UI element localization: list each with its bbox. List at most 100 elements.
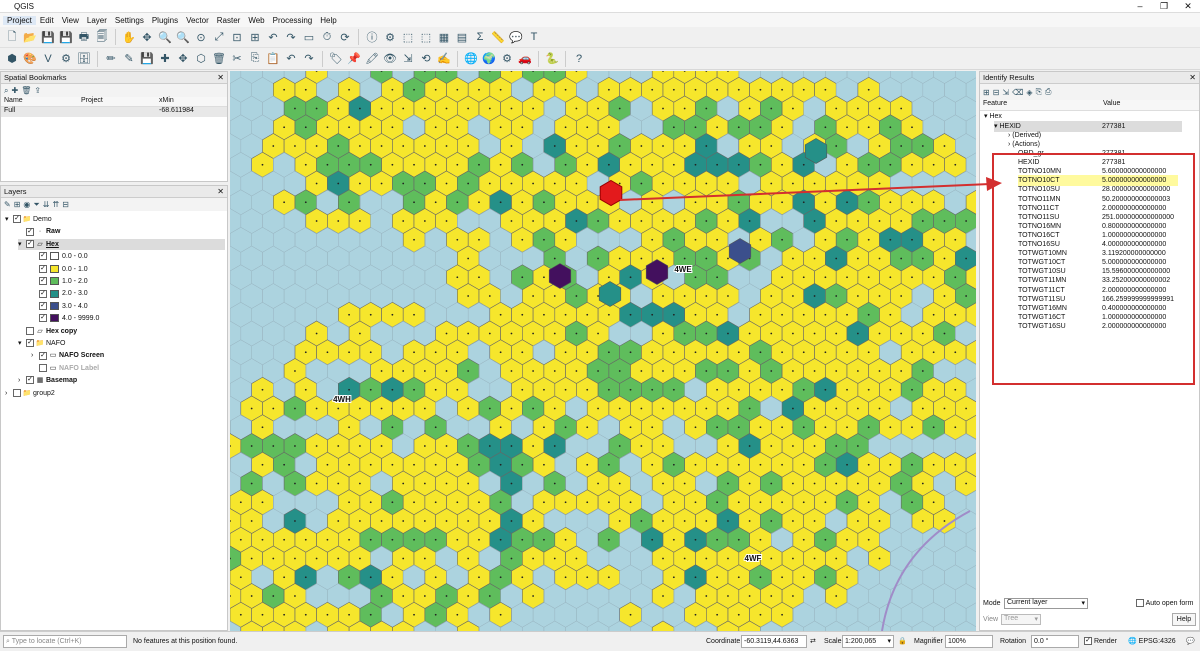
expand-icon[interactable]: ⇊ — [43, 200, 50, 209]
save-edits-icon[interactable]: 💾 — [139, 51, 155, 67]
layer-item[interactable]: ▾ ✓ 📁 Demo — [5, 214, 225, 225]
empty-hex-cell[interactable] — [262, 283, 285, 309]
close-icon[interactable]: ✕ — [217, 186, 224, 198]
zoom-layer-icon[interactable]: ⊞ — [247, 29, 263, 45]
add-feature-icon[interactable]: ✚ — [157, 51, 173, 67]
empty-hex-cell[interactable] — [273, 227, 296, 253]
select-icon[interactable]: ⬚ — [400, 29, 416, 45]
undo-icon[interactable]: ↶ — [283, 51, 299, 67]
label-highlight-icon[interactable]: 🖍 — [364, 51, 380, 67]
node-icon[interactable]: ⬡ — [193, 51, 209, 67]
layer-item[interactable]: ✓ 3.0 - 4.0 — [31, 301, 225, 312]
layer-checkbox[interactable]: ✓ — [26, 376, 34, 385]
empty-hex-cell[interactable] — [965, 565, 976, 590]
expand-arrow-icon[interactable]: ▾ — [5, 214, 13, 225]
text-annotation-icon[interactable]: T — [526, 29, 542, 45]
empty-hex-cell[interactable] — [933, 583, 956, 609]
empty-hex-cell[interactable] — [565, 620, 588, 631]
empty-hex-cell[interactable] — [230, 358, 242, 384]
attribute-table-icon[interactable]: ▦ — [436, 29, 452, 45]
layer-checkbox[interactable]: ✓ — [39, 314, 47, 323]
layer-item[interactable]: ▾ ✓ 📁 NAFO — [18, 338, 225, 349]
layer-checkbox[interactable]: ✓ — [26, 339, 34, 348]
empty-hex-cell[interactable] — [294, 264, 317, 291]
empty-hex-cell[interactable] — [251, 302, 274, 328]
col-feature[interactable]: Feature — [983, 100, 1007, 107]
pan-to-selection-icon[interactable]: ✥ — [139, 29, 155, 45]
empty-hex-cell[interactable] — [922, 77, 945, 103]
redo-icon[interactable]: ↷ — [301, 51, 317, 67]
label-rotate-icon[interactable]: ⟲ — [418, 51, 434, 67]
empty-hex-cell[interactable] — [316, 264, 339, 291]
empty-hex-cell[interactable] — [857, 602, 880, 628]
zoom-full-icon[interactable]: ⤢ — [211, 29, 227, 45]
empty-hex-cell[interactable] — [262, 320, 285, 347]
view-select[interactable]: Tree ▾ — [1001, 614, 1041, 625]
delete-icon[interactable]: 🗑 — [21, 86, 31, 95]
empty-hex-cell[interactable] — [251, 339, 274, 366]
expand-arrow-icon[interactable]: › — [5, 388, 13, 399]
hex-cell[interactable] — [651, 620, 675, 631]
layer-checkbox[interactable]: ✓ — [39, 301, 47, 310]
layer-checkbox[interactable]: ✓ — [39, 277, 47, 286]
action-icon[interactable]: ⚙ — [382, 29, 398, 45]
empty-hex-cell[interactable] — [327, 245, 350, 272]
messages-icon[interactable]: 💬 — [1186, 632, 1195, 651]
plugins-icon[interactable]: ⚙ — [58, 51, 74, 67]
print-icon[interactable]: ⎙ — [1045, 87, 1051, 97]
expand-arrow-icon[interactable]: › — [31, 350, 39, 361]
close-icon[interactable]: ✕ — [217, 72, 224, 84]
empty-hex-cell[interactable] — [230, 320, 242, 347]
empty-hex-cell[interactable] — [911, 583, 934, 609]
pan-icon[interactable]: ✋ — [121, 29, 137, 45]
statistics-icon[interactable]: Σ — [472, 29, 488, 45]
help-icon[interactable]: ? — [571, 51, 587, 67]
empty-hex-cell[interactable] — [240, 95, 263, 122]
empty-hex-cell[interactable] — [868, 583, 891, 609]
layer-checkbox[interactable]: ✓ — [39, 252, 47, 261]
empty-hex-cell[interactable] — [230, 245, 242, 272]
empty-hex-cell[interactable] — [230, 339, 252, 366]
globe-2-icon[interactable]: 🌍 — [481, 51, 497, 67]
col-project[interactable]: Project — [81, 97, 103, 104]
empty-hex-cell[interactable] — [240, 71, 263, 84]
paste-icon[interactable]: 📋 — [265, 51, 281, 67]
cut-icon[interactable]: ✂ — [229, 51, 245, 67]
empty-hex-cell[interactable] — [370, 208, 393, 234]
menu-vector[interactable]: Vector — [182, 16, 213, 25]
field-calculator-icon[interactable]: ▤ — [454, 29, 470, 45]
style-icon[interactable]: ✎ — [4, 200, 11, 209]
label-change-icon[interactable]: ✍ — [436, 51, 452, 67]
lock-icon[interactable]: 🔒 — [898, 632, 907, 651]
expand-arrow-icon[interactable]: ▾ — [18, 239, 26, 250]
clear-icon[interactable]: ⌫ — [1012, 88, 1023, 97]
col-xmin[interactable]: xMin — [159, 97, 174, 104]
empty-hex-cell[interactable] — [230, 170, 242, 197]
empty-hex-cell[interactable] — [922, 602, 945, 628]
db-manager-icon[interactable]: 🗄 — [76, 51, 92, 67]
bookmark-row[interactable]: Full -68.611984 — [1, 107, 227, 117]
empty-hex-cell[interactable] — [911, 545, 934, 572]
layer-item[interactable]: ✓ 0.0 - 0.0 — [31, 251, 225, 262]
empty-hex-cell[interactable] — [586, 620, 610, 631]
empty-hex-cell[interactable] — [240, 283, 263, 309]
empty-hex-cell[interactable] — [965, 77, 976, 103]
copy-icon[interactable]: ⎘ — [247, 51, 263, 67]
delete-icon[interactable]: 🗑 — [211, 51, 227, 67]
empty-hex-cell[interactable] — [230, 302, 252, 328]
layer-checkbox[interactable] — [39, 363, 47, 372]
layout-manager-icon[interactable]: 🗐 — [94, 29, 110, 45]
copy-icon[interactable]: ⎘ — [1036, 87, 1042, 97]
layer-checkbox[interactable]: ✓ — [13, 215, 21, 224]
empty-hex-cell[interactable] — [240, 208, 263, 234]
empty-hex-cell[interactable] — [522, 620, 545, 631]
empty-hex-cell[interactable] — [890, 620, 913, 631]
empty-hex-cell[interactable] — [955, 620, 976, 631]
layer-item[interactable]: ✓ 0.0 - 1.0 — [31, 264, 225, 275]
collapse-icon[interactable]: ⇈ — [53, 200, 60, 209]
zoom-icon[interactable]: ⌕ — [4, 86, 8, 96]
print-layout-icon[interactable]: 🖶 — [76, 29, 92, 45]
remove-icon[interactable]: ⊟ — [62, 200, 69, 209]
highlight-icon[interactable]: ◈ — [1026, 88, 1032, 97]
expand-icon[interactable]: ⊞ — [983, 88, 990, 97]
